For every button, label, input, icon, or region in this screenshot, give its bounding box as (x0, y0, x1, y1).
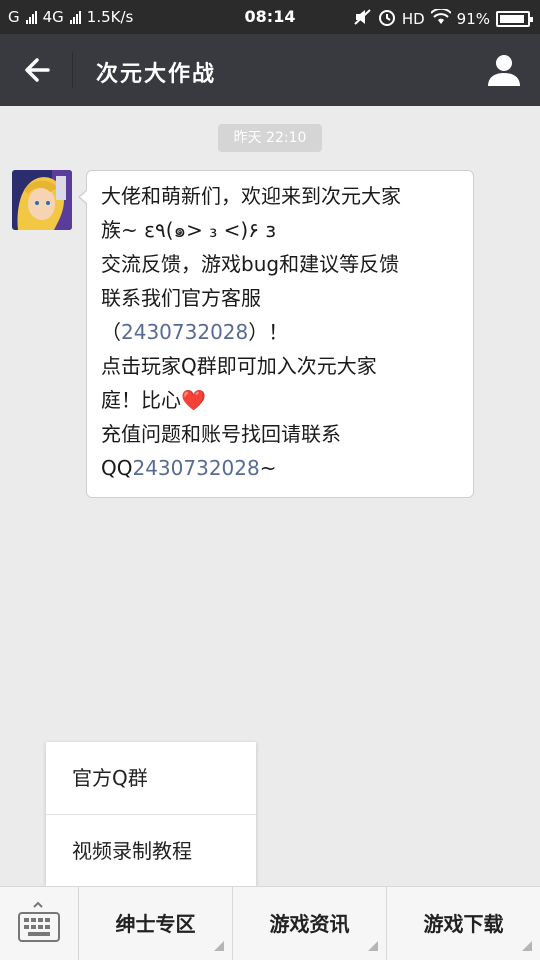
avatar[interactable] (12, 170, 72, 230)
submenu-popup: 官方Q群 视频录制教程 (46, 742, 256, 886)
message-text: 庭！比心 (101, 388, 181, 412)
menu-item-official-qq-group[interactable]: 官方Q群 (46, 742, 256, 814)
qq-suffix: ~ (259, 456, 277, 480)
bottom-menu-bar: 绅士专区 游戏资讯 游戏下载 (0, 886, 540, 960)
battery-icon (496, 11, 533, 27)
page-title: 次元大作战 (96, 62, 217, 87)
hd-badge: HD (401, 10, 425, 28)
message-line: 交流反馈，游戏bug和建议等反馈 (101, 252, 400, 276)
tab-label: 游戏下载 (423, 912, 504, 936)
mute-icon (354, 9, 372, 29)
tab-label: 游戏资讯 (269, 912, 350, 936)
qq-prefix: QQ (101, 456, 133, 480)
submenu-indicator-icon (368, 941, 378, 951)
message-line: QQ2430732028~ (101, 451, 463, 485)
paren-close: ）！ (248, 320, 289, 344)
keyboard-toggle-button[interactable] (0, 887, 78, 960)
submenu-indicator-icon (522, 941, 532, 951)
alarm-icon (378, 8, 396, 30)
tab-label: 绅士专区 (115, 912, 196, 936)
qq-number-link[interactable]: 2430732028 (132, 456, 259, 480)
message-bubble: 大佬和萌新们，欢迎来到次元大家 族~ ε٩(๑> ₃ <)۶ з 交流反馈，游戏… (78, 170, 474, 498)
message-line: 点击玩家Q群即可加入次元大家 (101, 354, 377, 378)
heart-icon: ❤️ (181, 388, 206, 412)
chat-timestamp: 昨天 22:10 (218, 124, 322, 152)
status-bar: G 4G 1.5K/s 08:14 HD 91% (0, 0, 540, 34)
message-line: 联系我们官方客服 (101, 286, 261, 310)
wifi-icon (429, 7, 452, 29)
message-line: 大佬和萌新们，欢迎来到次元大家 (101, 184, 401, 208)
menu-item-video-tutorial[interactable]: 视频录制教程 (46, 814, 256, 886)
user-icon (488, 55, 520, 86)
message-line: （2430732028）！ (101, 315, 463, 349)
message-line: 充值问题和账号找回请联系 (101, 422, 341, 446)
service-number-link[interactable]: 2430732028 (121, 320, 248, 344)
tab-game-download[interactable]: 游戏下载 (386, 887, 540, 960)
nav-bar: 次元大作战 (0, 34, 540, 106)
submenu-indicator-icon (214, 941, 224, 951)
keyboard-icon (18, 901, 60, 942)
tab-gentleman-zone[interactable]: 绅士专区 (78, 887, 232, 960)
battery-percent: 91% (456, 10, 490, 28)
nav-divider (72, 52, 73, 88)
paren-open: （ (101, 320, 121, 344)
profile-button[interactable] (486, 52, 522, 88)
status-right: HD 91% (354, 7, 533, 30)
message-line: 庭！比心❤️ (101, 383, 463, 417)
back-button[interactable] (20, 54, 54, 86)
arrow-left-icon (25, 58, 50, 82)
message-line: 族~ ε٩(๑> ₃ <)۶ з (101, 218, 276, 242)
tab-game-news[interactable]: 游戏资讯 (232, 887, 386, 960)
